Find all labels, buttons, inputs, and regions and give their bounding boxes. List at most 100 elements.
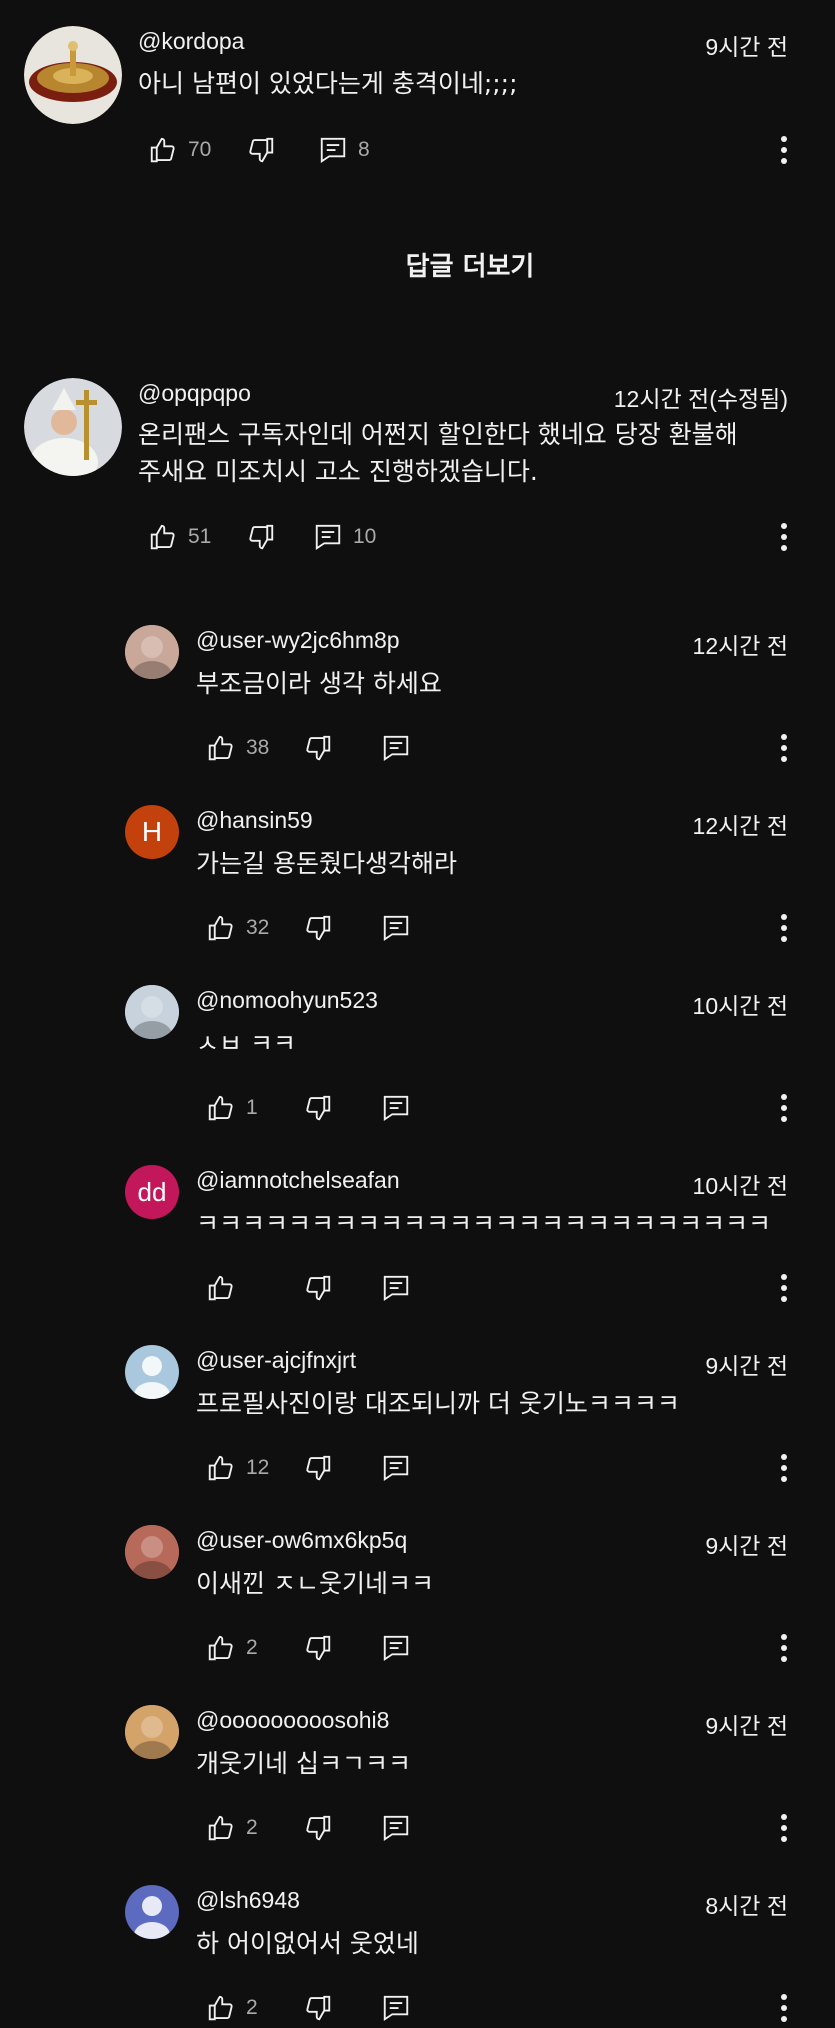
- like-button[interactable]: 2: [206, 1808, 258, 1848]
- more-vert-icon[interactable]: [769, 728, 799, 768]
- thumb-down-icon: [306, 735, 331, 761]
- thumb-up-icon: [208, 1455, 233, 1481]
- reply-button[interactable]: [381, 1268, 411, 1308]
- load-more-replies-button[interactable]: 답글 더보기: [0, 246, 835, 283]
- reply-actions: 2: [206, 1808, 806, 1848]
- avatar[interactable]: H: [125, 805, 179, 859]
- comment-text: 온리팬스 구독자인데 어쩐지 할인한다 했네요 당장 환불해 주새요 미조치시 …: [138, 420, 738, 486]
- profile-photo: [125, 985, 179, 1039]
- more-vert-icon[interactable]: [769, 1628, 799, 1668]
- reply-author[interactable]: @nomoohyun523: [196, 987, 378, 1014]
- reply-text: 이새낀 ㅈㄴ웃기네ㅋㅋ: [196, 1569, 434, 1598]
- reply-author[interactable]: @user-wy2jc6hm8p: [196, 627, 400, 654]
- comment-author[interactable]: @kordopa: [138, 28, 244, 55]
- avatar[interactable]: [125, 985, 179, 1039]
- dislike-button[interactable]: [303, 1448, 333, 1488]
- comment-icon: [315, 524, 341, 551]
- reply-button[interactable]: [381, 1628, 411, 1668]
- like-button[interactable]: 1: [206, 1088, 258, 1128]
- more-vert-icon[interactable]: [769, 1088, 799, 1128]
- like-button[interactable]: [206, 1268, 246, 1308]
- like-button[interactable]: 2: [206, 1628, 258, 1668]
- reply-time: 8시간 전: [705, 1893, 788, 1919]
- dislike-button[interactable]: [303, 1988, 333, 2028]
- like-button[interactable]: 32: [206, 908, 269, 948]
- reply-time: 10시간 전: [692, 993, 788, 1019]
- comment-author[interactable]: @opqpqpo: [138, 380, 251, 407]
- avatar[interactable]: [125, 1525, 179, 1579]
- like-count: 1: [246, 1096, 258, 1119]
- like-button[interactable]: 2: [206, 1988, 258, 2028]
- reply-time: 12시간 전: [692, 633, 788, 659]
- thumb-up-icon: [208, 735, 233, 761]
- reply-button[interactable]: [381, 1448, 411, 1488]
- like-button[interactable]: 12: [206, 1448, 269, 1488]
- dislike-button[interactable]: [303, 1268, 333, 1308]
- more-vert-icon[interactable]: [769, 1268, 799, 1308]
- avatar[interactable]: [125, 1705, 179, 1759]
- reply-button[interactable]: [381, 728, 411, 768]
- reply-time: 9시간 전: [705, 1533, 788, 1559]
- like-button[interactable]: 51: [148, 517, 211, 557]
- avatar[interactable]: [125, 1345, 179, 1399]
- reply-author[interactable]: @hansin59: [196, 807, 313, 834]
- dislike-button[interactable]: [303, 1088, 333, 1128]
- reply-button[interactable]: [381, 1988, 411, 2028]
- thumb-down-icon: [306, 1275, 331, 1301]
- avatar[interactable]: dd: [125, 1165, 179, 1219]
- more-vert-icon[interactable]: [769, 1448, 799, 1488]
- thumb-down-icon: [306, 1455, 331, 1481]
- dislike-button[interactable]: [303, 728, 333, 768]
- thumb-up-icon: [150, 137, 175, 163]
- thumb-up-icon: [208, 1275, 233, 1301]
- profile-photo: [125, 1705, 179, 1759]
- dislike-button[interactable]: [246, 130, 276, 170]
- reply-button[interactable]: [381, 1808, 411, 1848]
- reply-actions: 1: [206, 1088, 806, 1128]
- comment-time: 12시간 전(수정됨): [613, 386, 788, 412]
- more-vert-icon[interactable]: [769, 908, 799, 948]
- pope-avatar-image: [24, 378, 122, 476]
- reply-author[interactable]: @user-ow6mx6kp5q: [196, 1527, 407, 1554]
- dislike-button[interactable]: [303, 908, 333, 948]
- reply-button[interactable]: 10: [313, 517, 376, 557]
- avatar[interactable]: [24, 378, 122, 476]
- thumb-down-icon: [306, 915, 331, 941]
- reply-button[interactable]: 8: [318, 130, 370, 170]
- roulette-avatar-image: [24, 26, 122, 124]
- dislike-button[interactable]: [303, 1628, 333, 1668]
- reply-author[interactable]: @iamnotchelseafan: [196, 1167, 400, 1194]
- more-vert-icon[interactable]: [769, 1808, 799, 1848]
- reply-button[interactable]: [381, 908, 411, 948]
- reply-text: 가는길 용돈줬다생각해라: [196, 849, 457, 878]
- avatar[interactable]: [24, 26, 122, 124]
- default-user-icon: [134, 1896, 170, 1939]
- thumb-up-icon: [150, 524, 175, 550]
- reply-author[interactable]: @lsh6948: [196, 1887, 300, 1914]
- reply-time: 9시간 전: [705, 1713, 788, 1739]
- reply-author[interactable]: @ooooooooosohi8: [196, 1707, 389, 1734]
- more-vert-icon[interactable]: [769, 1988, 799, 2028]
- dislike-button[interactable]: [246, 517, 276, 557]
- reply-button[interactable]: [381, 1088, 411, 1128]
- avatar[interactable]: [125, 1885, 179, 1939]
- thumb-down-icon: [306, 1995, 331, 2021]
- comment-icon: [383, 1635, 409, 1662]
- reply-time: 9시간 전: [705, 1353, 788, 1379]
- reply-actions: 2: [206, 1628, 806, 1668]
- comment-icon: [320, 137, 346, 164]
- like-button[interactable]: 38: [206, 728, 269, 768]
- like-count: 32: [246, 916, 270, 939]
- reply-author[interactable]: @user-ajcjfnxjrt: [196, 1347, 356, 1374]
- more-vert-icon[interactable]: [769, 517, 799, 557]
- avatar[interactable]: [125, 625, 179, 679]
- like-button[interactable]: 70: [148, 130, 211, 170]
- comment-icon: [383, 1995, 409, 2022]
- comment-icon: [383, 1275, 409, 1302]
- reply-actions: 38: [206, 728, 806, 768]
- reply-text: ㅅㅂ ㅋㅋ: [196, 1029, 296, 1058]
- thumb-down-icon: [249, 137, 274, 163]
- more-vert-icon[interactable]: [769, 130, 799, 170]
- reply-actions: 12: [206, 1448, 806, 1488]
- dislike-button[interactable]: [303, 1808, 333, 1848]
